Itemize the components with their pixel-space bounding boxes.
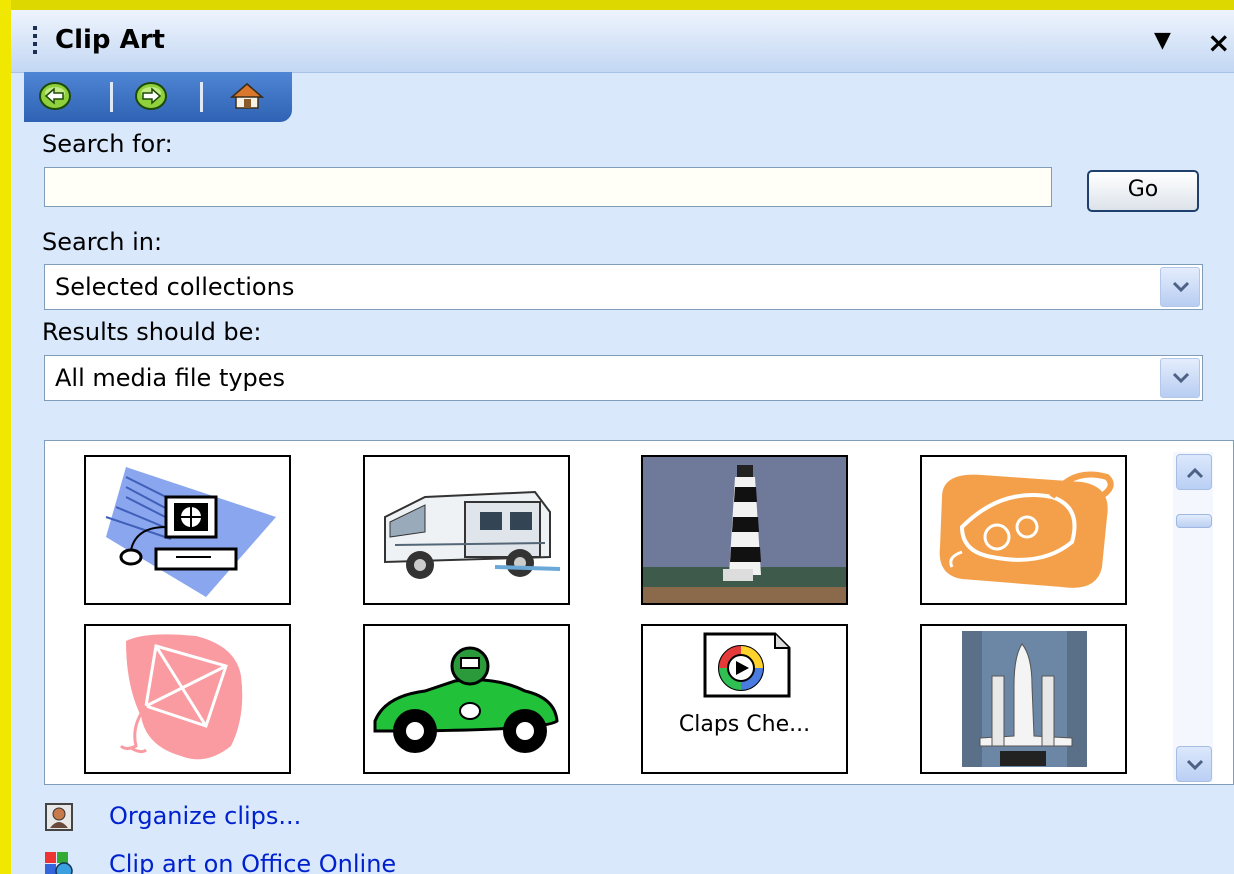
clip-art-task-pane: Clip Art ▼ × Search for: Go Search in: S… bbox=[11, 10, 1234, 874]
results-type-select[interactable]: All media file types bbox=[44, 355, 1203, 401]
results-type-value: All media file types bbox=[55, 364, 286, 392]
kite-clipart[interactable] bbox=[84, 624, 291, 774]
window-frame-left bbox=[0, 0, 11, 874]
search-in-value: Selected collections bbox=[55, 273, 295, 301]
organize-clips-text[interactable]: Organize clips... bbox=[109, 802, 301, 830]
results-grid: Claps Che... bbox=[44, 440, 1234, 785]
clip-caption: Claps Che... bbox=[678, 712, 811, 737]
office-online-icon bbox=[45, 852, 73, 874]
results-scrollbar[interactable] bbox=[1173, 452, 1213, 782]
back-arrow-icon[interactable] bbox=[38, 81, 72, 111]
computer-network-clipart[interactable] bbox=[84, 455, 291, 605]
lighthouse-photo[interactable] bbox=[641, 455, 848, 605]
results-should-be-label: Results should be: bbox=[42, 318, 262, 346]
window-frame-top bbox=[0, 0, 1234, 10]
clip-art-online-text[interactable]: Clip art on Office Online bbox=[109, 850, 396, 874]
scroll-down-chevron-icon[interactable] bbox=[1176, 746, 1212, 782]
pane-title: Clip Art bbox=[55, 25, 165, 55]
space-shuttle-photo[interactable] bbox=[920, 624, 1127, 774]
sound-clip[interactable]: Claps Che... bbox=[641, 624, 848, 774]
search-in-label: Search in: bbox=[42, 228, 163, 256]
search-for-label: Search for: bbox=[42, 130, 173, 158]
pane-title-bar: Clip Art ▼ × bbox=[11, 10, 1234, 73]
forward-arrow-icon[interactable] bbox=[134, 81, 168, 111]
dropdown-triangle-icon[interactable]: ▼ bbox=[1154, 28, 1171, 53]
ambulance-clipart[interactable] bbox=[363, 455, 570, 605]
search-in-select[interactable]: Selected collections bbox=[44, 264, 1203, 310]
search-for-input[interactable] bbox=[44, 167, 1052, 207]
nav-separator bbox=[110, 82, 113, 112]
go-button[interactable]: Go bbox=[1087, 170, 1199, 212]
scroll-thumb[interactable] bbox=[1176, 514, 1212, 528]
organize-clips-icon bbox=[45, 803, 73, 831]
race-car-clipart[interactable] bbox=[363, 624, 570, 774]
chevron-down-icon[interactable] bbox=[1160, 267, 1200, 307]
close-x-icon[interactable]: × bbox=[1207, 26, 1230, 59]
nav-separator bbox=[200, 82, 203, 112]
scroll-up-chevron-icon[interactable] bbox=[1176, 454, 1212, 490]
drag-grip-icon[interactable] bbox=[33, 26, 37, 56]
chevron-down-icon[interactable] bbox=[1160, 358, 1200, 398]
cornucopia-clipart[interactable] bbox=[920, 455, 1127, 605]
home-icon[interactable] bbox=[228, 81, 265, 111]
navigation-bar bbox=[24, 72, 292, 122]
